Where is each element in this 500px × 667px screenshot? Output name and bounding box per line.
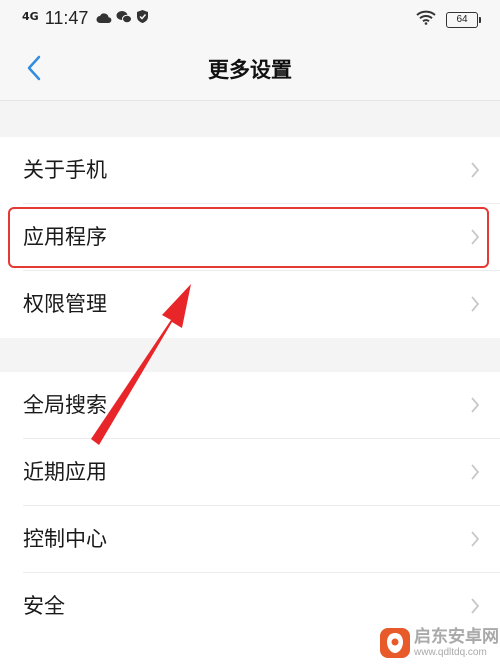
settings-item-label: 安全	[23, 594, 65, 618]
settings-item-permissions[interactable]: 权限管理	[0, 271, 500, 338]
settings-item-label: 近期应用	[23, 460, 107, 484]
chevron-right-icon	[470, 295, 480, 317]
chevron-right-icon	[470, 396, 480, 418]
network-indicator: 4G	[22, 9, 39, 23]
settings-item-recent-apps[interactable]: 近期应用	[0, 439, 500, 506]
watermark-url: www.qdltdq.com	[414, 647, 487, 658]
chevron-right-icon	[470, 463, 480, 485]
chevron-right-icon	[470, 530, 480, 552]
settings-item-label: 权限管理	[23, 292, 107, 316]
status-bar: 4G 11:47 64	[0, 0, 500, 40]
wifi-icon	[416, 10, 436, 29]
watermark-logo-icon	[380, 628, 410, 658]
cloud-icon	[96, 9, 112, 28]
settings-item-label: 关于手机	[23, 158, 107, 182]
settings-item-label: 全局搜索	[23, 393, 107, 417]
settings-item-applications[interactable]: 应用程序	[0, 204, 500, 271]
settings-item-about-phone[interactable]: 关于手机	[0, 137, 500, 204]
settings-item-control-center[interactable]: 控制中心	[0, 506, 500, 573]
page-title: 更多设置	[208, 58, 292, 82]
settings-item-global-search[interactable]: 全局搜索	[0, 372, 500, 439]
battery-indicator: 64	[446, 11, 481, 28]
settings-item-label: 应用程序	[23, 225, 107, 249]
chevron-right-icon	[470, 228, 480, 250]
settings-group-2: 全局搜索 近期应用 控制中心 安全	[0, 372, 500, 667]
watermark-name: 启东安卓网	[414, 627, 499, 647]
status-left: 4G 11:47	[22, 8, 153, 29]
top-nav: 更多设置	[0, 40, 500, 101]
wechat-icon	[116, 9, 133, 28]
settings-item-label: 控制中心	[23, 527, 107, 551]
status-time: 11:47	[44, 8, 89, 28]
settings-group-1: 关于手机 应用程序 权限管理	[0, 137, 500, 338]
chevron-right-icon	[470, 161, 480, 183]
shield-icon	[136, 9, 149, 28]
watermark: 启东安卓网 www.qdltdq.com	[414, 628, 499, 659]
status-right: 64	[416, 10, 481, 29]
chevron-right-icon	[470, 597, 480, 619]
